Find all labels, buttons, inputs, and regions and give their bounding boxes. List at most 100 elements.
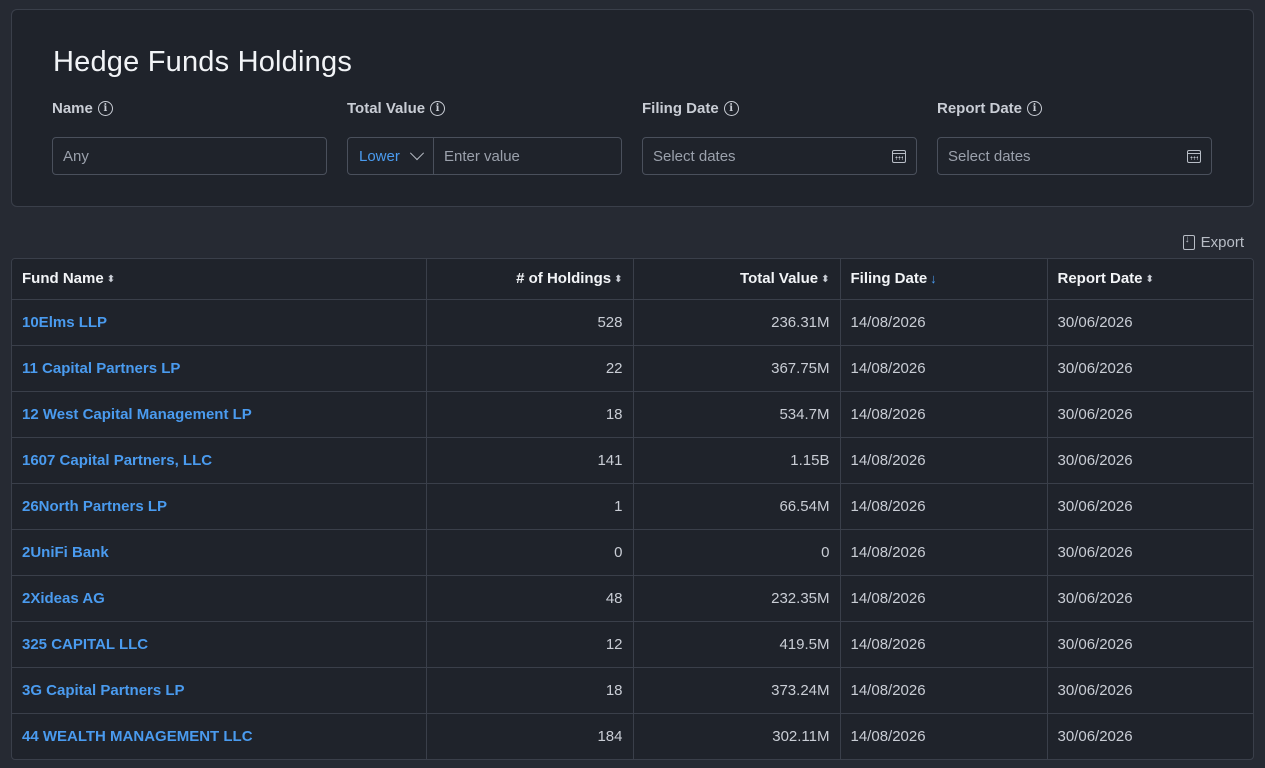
total-value-cell: 232.35M (633, 575, 841, 622)
filing-date-cell: 14/08/2026 (840, 391, 1048, 438)
holdings-cell: 22 (426, 345, 634, 392)
fund-name-link[interactable]: 3G Capital Partners LP (22, 682, 185, 699)
total-value-cell: 373.24M (633, 667, 841, 714)
report-date-cell: 30/06/2026 (1047, 391, 1253, 438)
fund-name-link[interactable]: 1607 Capital Partners, LLC (22, 452, 212, 469)
report-date-cell: 30/06/2026 (1047, 713, 1253, 759)
fund-name-cell: 11 Capital Partners LP (12, 345, 427, 392)
filing-date-cell: 14/08/2026 (840, 299, 1048, 346)
holdings-cell: 184 (426, 713, 634, 759)
report-date-filter: Report Date i Select dates (937, 98, 1212, 175)
name-filter: Name i Any (52, 98, 327, 175)
export-button[interactable]: Export (1182, 234, 1244, 251)
report-date-cell: 30/06/2026 (1047, 529, 1253, 576)
column-header-report-date[interactable]: Report Date ⬍ (1047, 259, 1253, 300)
filter-panel: Hedge Funds Holdings Name i Any Total Va… (11, 9, 1254, 207)
holdings-cell: 528 (426, 299, 634, 346)
info-icon[interactable]: i (1027, 100, 1043, 116)
table-row[interactable]: 10Elms LLP 528 236.31M 14/08/2026 30/06/2026 (12, 299, 1253, 346)
fund-name-link[interactable]: 11 Capital Partners LP (22, 360, 180, 377)
sort-icon: ⬍ (821, 274, 830, 286)
fund-name-cell: 44 WEALTH MANAGEMENT LLC (12, 713, 427, 759)
info-icon[interactable]: i (430, 100, 446, 116)
holdings-cell: 0 (426, 529, 634, 576)
name-input[interactable]: Any (52, 137, 327, 175)
holdings-cell: 18 (426, 667, 634, 714)
fund-name-link[interactable]: 2UniFi Bank (22, 544, 109, 561)
total-value-input[interactable]: Enter value (434, 148, 520, 165)
total-value-filter-label: Total Value (347, 99, 426, 117)
filing-date-filter: Filing Date i Select dates (642, 98, 917, 175)
filing-date-cell: 14/08/2026 (840, 483, 1048, 530)
info-icon[interactable]: i (97, 100, 113, 116)
holdings-cell: 12 (426, 621, 634, 668)
fund-name-cell: 3G Capital Partners LP (12, 667, 427, 714)
fund-name-cell: 10Elms LLP (12, 299, 427, 346)
total-value-cell: 419.5M (633, 621, 841, 668)
table-row[interactable]: 2Xideas AG 48 232.35M 14/08/2026 30/06/2026 (12, 575, 1253, 622)
filing-date-placeholder: Select dates (653, 147, 736, 165)
page-title: Hedge Funds Holdings (53, 46, 353, 78)
export-label: Export (1200, 234, 1244, 251)
filing-date-cell: 14/08/2026 (840, 437, 1048, 484)
table-row[interactable]: 12 West Capital Management LP 18 534.7M 14/… (12, 391, 1253, 438)
report-date-cell: 30/06/2026 (1047, 483, 1253, 530)
table-row[interactable]: 1607 Capital Partners, LLC 141 1.15B 14/08/… (12, 437, 1253, 484)
filing-date-cell: 14/08/2026 (840, 713, 1048, 759)
name-filter-label: Name (52, 99, 93, 117)
fund-name-link[interactable]: 44 WEALTH MANAGEMENT LLC (22, 728, 253, 745)
fund-name-cell: 26North Partners LP (12, 483, 427, 530)
column-header-holdings[interactable]: # of Holdings ⬍ (426, 259, 634, 300)
fund-name-cell: 1607 Capital Partners, LLC (12, 437, 427, 484)
table-row[interactable]: 325 CAPITAL LLC 12 419.5M 14/08/2026 30/06/2… (12, 621, 1253, 668)
filing-date-filter-label: Filing Date (642, 99, 719, 117)
operator-select[interactable]: Lower (348, 138, 434, 174)
total-value-input-group: Lower Enter value (347, 137, 622, 175)
report-date-cell: 30/06/2026 (1047, 299, 1253, 346)
fund-name-link[interactable]: 12 West Capital Management LP (22, 406, 252, 423)
total-value-cell: 534.7M (633, 391, 841, 438)
total-value-cell: 1.15B (633, 437, 841, 484)
fund-name-link[interactable]: 26North Partners LP (22, 498, 167, 515)
report-date-cell: 30/06/2026 (1047, 667, 1253, 714)
fund-name-cell: 2Xideas AG (12, 575, 427, 622)
table-row[interactable]: 44 WEALTH MANAGEMENT LLC 184 302.11M 14/08/… (12, 713, 1253, 759)
filing-date-picker[interactable]: Select dates (642, 137, 917, 175)
filing-date-cell: 14/08/2026 (840, 345, 1048, 392)
total-value-cell: 236.31M (633, 299, 841, 346)
chevron-down-icon (409, 146, 425, 161)
fund-name-link[interactable]: 2Xideas AG (22, 590, 105, 607)
holdings-table: Fund Name ⬍ # of Holdings ⬍ Total Value ⬍ F… (11, 258, 1254, 760)
fund-name-link[interactable]: 325 CAPITAL LLC (22, 636, 148, 653)
filing-date-cell: 14/08/2026 (840, 529, 1048, 576)
report-date-cell: 30/06/2026 (1047, 437, 1253, 484)
report-date-filter-label: Report Date (937, 99, 1023, 117)
calendar-icon[interactable] (892, 149, 906, 163)
column-header-filing-date[interactable]: Filing Date ↓ (840, 259, 1048, 300)
report-date-picker[interactable]: Select dates (937, 137, 1212, 175)
total-value-cell: 0 (633, 529, 841, 576)
total-value-cell: 302.11M (633, 713, 841, 759)
table-row[interactable]: 2UniFi Bank 0 0 14/08/2026 30/06/2026 (12, 529, 1253, 576)
export-file-icon (1182, 234, 1195, 250)
table-row[interactable]: 3G Capital Partners LP 18 373.24M 14/08/202… (12, 667, 1253, 714)
fund-name-cell: 2UniFi Bank (12, 529, 427, 576)
sort-icon: ⬍ (614, 274, 623, 286)
fund-name-link[interactable]: 10Elms LLP (22, 314, 107, 331)
sort-icon: ⬍ (106, 274, 116, 286)
calendar-icon[interactable] (1187, 149, 1201, 163)
table-row[interactable]: 26North Partners LP 1 66.54M 14/08/2026 30/0… (12, 483, 1253, 530)
sort-icon: ⬍ (1145, 274, 1154, 286)
holdings-cell: 141 (426, 437, 634, 484)
table-row[interactable]: 11 Capital Partners LP 22 367.75M 14/08/202… (12, 345, 1253, 392)
report-date-cell: 30/06/2026 (1047, 345, 1253, 392)
report-date-cell: 30/06/2026 (1047, 575, 1253, 622)
total-value-cell: 367.75M (633, 345, 841, 392)
column-header-fund-name[interactable]: Fund Name ⬍ (12, 259, 427, 300)
table-header-row: Fund Name ⬍ # of Holdings ⬍ Total Value ⬍ F… (12, 259, 1253, 300)
column-header-total-value[interactable]: Total Value ⬍ (633, 259, 841, 300)
total-value-filter: Total Value i Lower Enter value (347, 98, 622, 175)
filing-date-cell: 14/08/2026 (840, 667, 1048, 714)
table-body: 10Elms LLP 528 236.31M 14/08/2026 30/06/2026… (12, 299, 1253, 759)
info-icon[interactable]: i (723, 100, 739, 116)
